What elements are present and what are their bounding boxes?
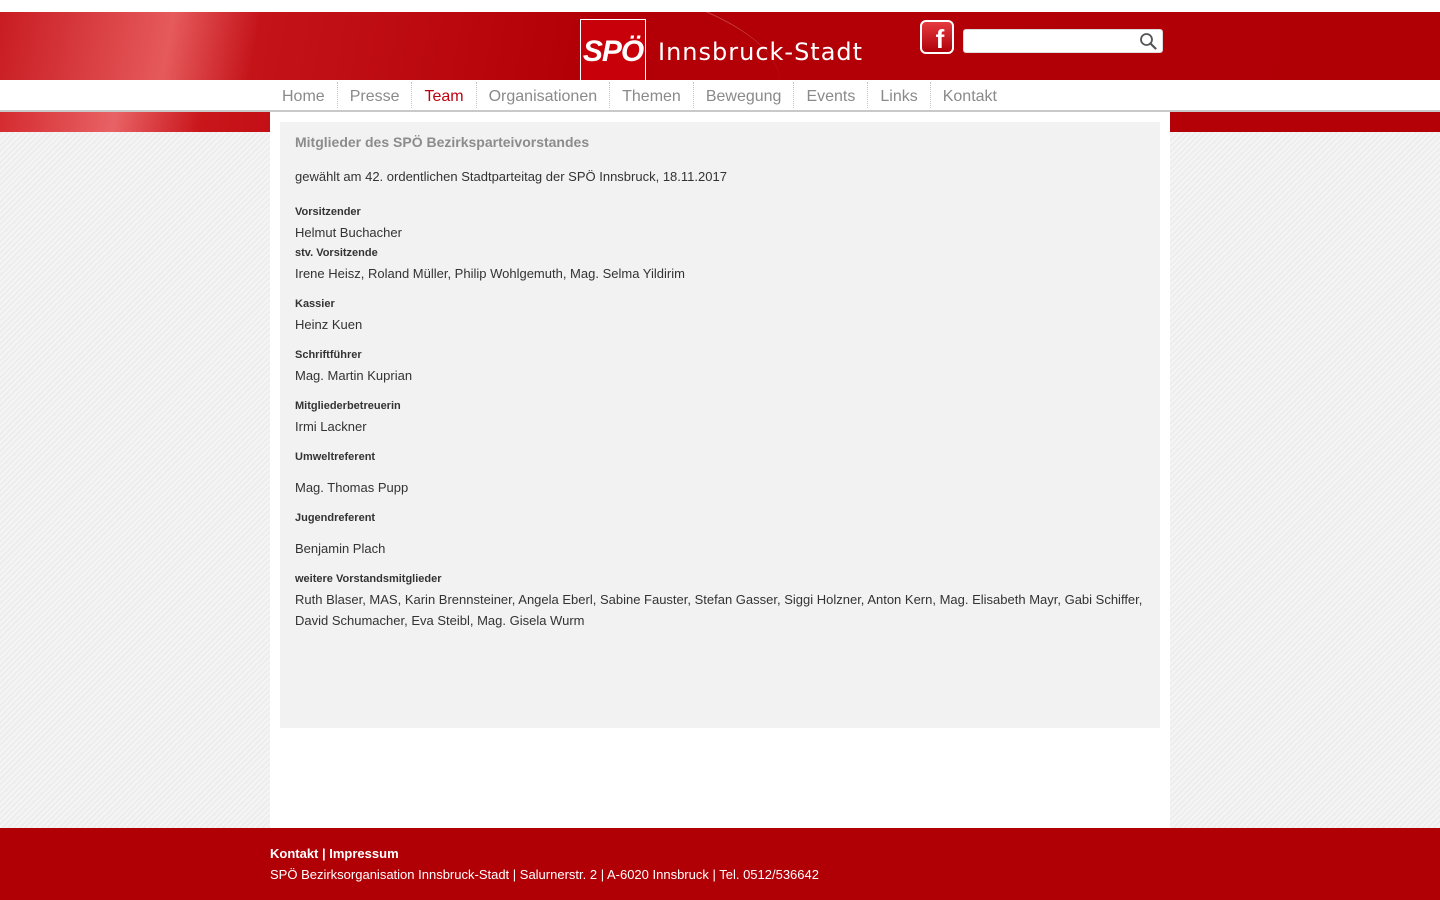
nav-item-team[interactable]: Team: [412, 82, 477, 108]
page-title: Mitglieder des SPÖ Bezirksparteivorstand…: [295, 134, 590, 150]
page-container: Mitglieder des SPÖ Bezirksparteivorstand…: [270, 112, 1170, 828]
header: SPÖ Innsbruck-Stadt f: [0, 12, 1440, 80]
section-value: Mag. Martin Kuprian: [295, 368, 413, 383]
section-value: Mag. Thomas Pupp: [295, 480, 409, 495]
logo-text: SPÖ: [582, 34, 644, 68]
nav-menu: Home Presse Team Organisationen Themen Bewegu…: [270, 80, 1009, 110]
footer-separator: |: [318, 846, 330, 861]
section-value: Irmi Lackner: [295, 419, 367, 434]
footer-link-kontakt[interactable]: Kontakt: [270, 846, 318, 861]
spoe-logo[interactable]: SPÖ: [580, 19, 646, 80]
nav-item-presse[interactable]: Presse: [338, 82, 413, 108]
search-box: [963, 29, 1163, 53]
top-strip: [0, 0, 1440, 12]
section-value: Ruth Blaser, MAS, Karin Brennsteiner, An…: [295, 592, 1143, 628]
section-value: Benjamin Plach: [295, 541, 386, 556]
nav-item-organisationen[interactable]: Organisationen: [477, 82, 611, 108]
nav-item-kontakt[interactable]: Kontakt: [931, 82, 1009, 108]
search-icon[interactable]: [1139, 32, 1157, 50]
section-label: Vorsitzender: [295, 206, 361, 218]
search-input[interactable]: [964, 30, 1146, 52]
nav-item-links[interactable]: Links: [868, 82, 931, 108]
section-label: Jugendreferent: [295, 512, 376, 524]
nav-item-events[interactable]: Events: [794, 82, 869, 108]
section-label: stv. Vorsitzende: [295, 247, 378, 259]
nav-item-themen[interactable]: Themen: [610, 82, 694, 108]
footer: Kontakt | Impressum SPÖ Bezirksorganisat…: [0, 828, 1440, 900]
facebook-icon[interactable]: f: [920, 20, 954, 54]
section-label: Umweltreferent: [295, 451, 376, 463]
section-label: Mitgliederbetreuerin: [295, 400, 401, 412]
nav-item-home[interactable]: Home: [270, 82, 338, 108]
section-label: Schriftführer: [295, 349, 362, 361]
facebook-glyph: f: [935, 23, 945, 54]
section-value: Helmut Buchacher: [295, 225, 402, 240]
site-title: Innsbruck-Stadt: [658, 38, 864, 66]
section-value: Irene Heisz, Roland Müller, Philip Wohlg…: [295, 266, 685, 281]
section-value: Heinz Kuen: [295, 317, 363, 332]
main-navigation: Home Presse Team Organisationen Themen Bewegu…: [0, 80, 1440, 112]
footer-link-impressum[interactable]: Impressum: [329, 846, 398, 861]
footer-address: SPÖ Bezirksorganisation Innsbruck-Stadt …: [270, 867, 819, 882]
intro-text: gewählt am 42. ordentlichen Stadtparteit…: [295, 169, 727, 184]
content-panel: Mitglieder des SPÖ Bezirksparteivorstand…: [280, 122, 1160, 728]
nav-item-bewegung[interactable]: Bewegung: [694, 82, 795, 108]
board-sections: Vorsitzender Helmut Buchacher stv. Vorsitz…: [295, 206, 1145, 631]
section-label: Kassier: [295, 298, 335, 310]
footer-links: Kontakt | Impressum: [270, 846, 399, 861]
section-label: weitere Vorstandsmitglieder: [295, 573, 442, 585]
